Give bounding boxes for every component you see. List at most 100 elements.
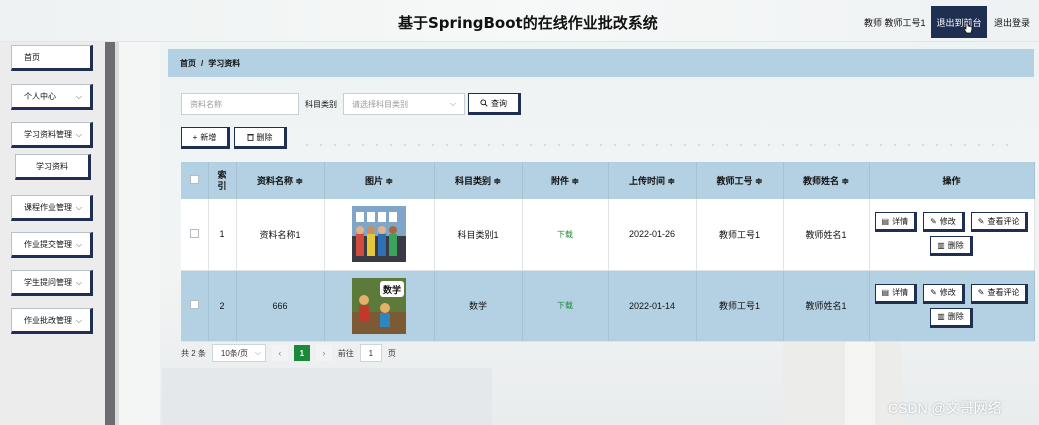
image-cell: 数学 (324, 270, 435, 342)
download-link[interactable]: 下载 (557, 301, 573, 310)
materials-table: 索引 资料名称 ≑ 图片 ≑ 科目类别 ≑ 附件 ≑ 上传时间 ≑ 教师工号 ≑… (181, 162, 1035, 342)
goto-page-input[interactable]: 1 (359, 344, 382, 362)
upload-time-header[interactable]: 上传时间 ≑ (608, 162, 697, 199)
image-cell (324, 199, 435, 271)
query-button-label: 查询 (491, 98, 507, 108)
view-comments-button[interactable]: ✎ 查看评论 (970, 283, 1029, 304)
sidebar-item-home[interactable]: 首页 (11, 45, 93, 71)
plus-icon: + (192, 132, 198, 142)
teacher-id-cell: 教师工号1 (696, 270, 784, 342)
pagination: 共 2 条 10条/页 ⌵ ‹ 1 › 前往 1 页 (181, 344, 396, 362)
decorative-dots (300, 140, 1020, 150)
actions-cell: ▤ 详情 ✎ 修改 ✎ 查看评论 ▥ 删除 (869, 270, 1035, 342)
chevron-down-icon: ⌵ (449, 99, 456, 108)
material-name-input[interactable]: 资料名称 (181, 93, 299, 115)
material-name-placeholder: 资料名称 (190, 99, 222, 109)
watermark: CSDN @文哥网络 (888, 400, 1002, 416)
upload-time-cell: 2022-01-14 (608, 270, 697, 342)
prev-page-button[interactable]: ‹ (271, 345, 288, 361)
actions-header: 操作 (869, 162, 1035, 199)
detail-icon: ▤ (881, 288, 890, 297)
edit-button[interactable]: ✎ 修改 (923, 212, 965, 233)
delete-button-label: 删除 (256, 132, 273, 142)
chevron-right-icon: › (322, 348, 326, 358)
sidebar-item-materials[interactable]: 学习资料 (15, 154, 91, 180)
sidebar-item-submission-management[interactable]: 作业提交管理 ⌵ (11, 232, 93, 258)
chevron-down-icon: ⌵ (75, 203, 82, 212)
row-checkbox[interactable] (189, 228, 199, 238)
select-all-checkbox[interactable] (189, 175, 199, 184)
upload-time-cell: 2022-01-26 (608, 199, 697, 271)
teacher-id-header[interactable]: 教师工号 ≑ (696, 162, 784, 199)
chevron-down-icon: ⌵ (75, 130, 82, 139)
index-cell: 2 (208, 270, 237, 342)
index-header: 索引 (208, 162, 237, 199)
image-header[interactable]: 图片 ≑ (324, 162, 435, 199)
hand-cursor-icon (963, 22, 973, 34)
sidebar-item-label: 作业批改管理 (24, 315, 72, 325)
sidebar-item-homework-management[interactable]: 课程作业管理 ⌵ (11, 195, 93, 221)
actions-cell: ▤ 详情 ✎ 修改 ✎ 查看评论 ▥ 删除 (869, 199, 1035, 271)
decorative-panel (162, 368, 492, 425)
total-count: 共 2 条 (181, 348, 206, 358)
logout-link[interactable]: 退出登录 (994, 16, 1030, 29)
sidebar-item-label: 学习资料 (36, 161, 68, 171)
math-cover-text: 数学 (383, 284, 401, 296)
row-select-cell (181, 270, 209, 342)
delete-button[interactable]: ▥ 删除 (930, 236, 973, 257)
search-icon (480, 99, 488, 107)
batch-delete-button[interactable]: 删除 (234, 127, 287, 149)
row-checkbox[interactable] (189, 300, 199, 309)
trash-icon: ▥ (937, 312, 945, 321)
sidebar-item-material-management[interactable]: 学习资料管理 ⌵ (11, 122, 93, 148)
attachment-cell: 下载 (522, 199, 609, 271)
breadcrumb: 首页 / 学习资料 (168, 49, 1034, 77)
query-button[interactable]: 查询 (468, 93, 521, 115)
name-cell: 666 (236, 270, 325, 342)
trash-icon (246, 134, 254, 141)
page-size-select[interactable]: 10条/页 ⌵ (211, 344, 266, 362)
table-header-row: 索引 资料名称 ≑ 图片 ≑ 科目类别 ≑ 附件 ≑ 上传时间 ≑ 教师工号 ≑… (181, 162, 1035, 199)
detail-button[interactable]: ▤ 详情 (874, 212, 918, 233)
sidebar-divider-light (115, 42, 119, 425)
teacher-name-cell: 教师姓名1 (783, 199, 870, 271)
add-button[interactable]: + 新增 (181, 127, 230, 149)
next-page-button[interactable]: › (315, 345, 332, 361)
table-row: 2 666 数学 数学 下载 2022-01-14 教师工号1 教师姓名1 ▤ … (181, 270, 1035, 342)
detail-button[interactable]: ▤ 详情 (874, 283, 918, 304)
delete-button[interactable]: ▥ 删除 (930, 307, 973, 328)
sidebar-item-personal-center[interactable]: 个人中心 ⌵ (11, 84, 93, 110)
view-comments-button[interactable]: ✎ 查看评论 (970, 212, 1029, 233)
download-link[interactable]: 下载 (557, 230, 573, 239)
category-cell: 科目类别1 (434, 199, 523, 271)
sidebar-item-question-management[interactable]: 学生提问管理 ⌵ (11, 270, 93, 296)
sidebar-item-label: 个人中心 (24, 91, 56, 101)
table-row: 1 资料名称1 科目类别1 下载 2022-01-26 教师工号1 教师姓名1 (181, 199, 1035, 271)
edit-button[interactable]: ✎ 修改 (923, 283, 965, 304)
page-suffix: 页 (387, 348, 396, 358)
category-header[interactable]: 科目类别 ≑ (434, 162, 523, 199)
material-thumbnail[interactable] (352, 206, 406, 263)
sidebar-item-label: 学生提问管理 (24, 277, 72, 287)
row-select-cell (181, 199, 209, 271)
detail-icon: ▤ (881, 216, 890, 226)
add-button-label: 新增 (200, 132, 217, 142)
material-thumbnail[interactable]: 数学 (352, 277, 406, 334)
sidebar-item-label: 课程作业管理 (24, 202, 72, 212)
exit-to-front-button[interactable]: 退出到前台 (931, 6, 987, 38)
sidebar-item-label: 学习资料管理 (24, 129, 72, 139)
trash-icon: ▥ (937, 240, 945, 250)
site-title: 基于SpringBoot的在线作业批改系统 (398, 14, 658, 32)
chevron-down-icon: ⌵ (254, 348, 261, 357)
name-header[interactable]: 资料名称 ≑ (236, 162, 325, 199)
attachment-header[interactable]: 附件 ≑ (522, 162, 609, 199)
category-select[interactable]: 请选择科目类别 ⌵ (343, 93, 465, 115)
breadcrumb-home[interactable]: 首页 (180, 58, 196, 69)
goto-label: 前往 (337, 348, 354, 358)
chevron-down-icon: ⌵ (75, 240, 82, 249)
pen-icon: ✎ (977, 288, 985, 297)
page-number-current[interactable]: 1 (293, 345, 310, 361)
chevron-down-icon: ⌵ (75, 316, 82, 325)
sidebar-item-grading-management[interactable]: 作业批改管理 ⌵ (11, 308, 93, 334)
teacher-name-header[interactable]: 教师姓名 ≑ (783, 162, 870, 199)
